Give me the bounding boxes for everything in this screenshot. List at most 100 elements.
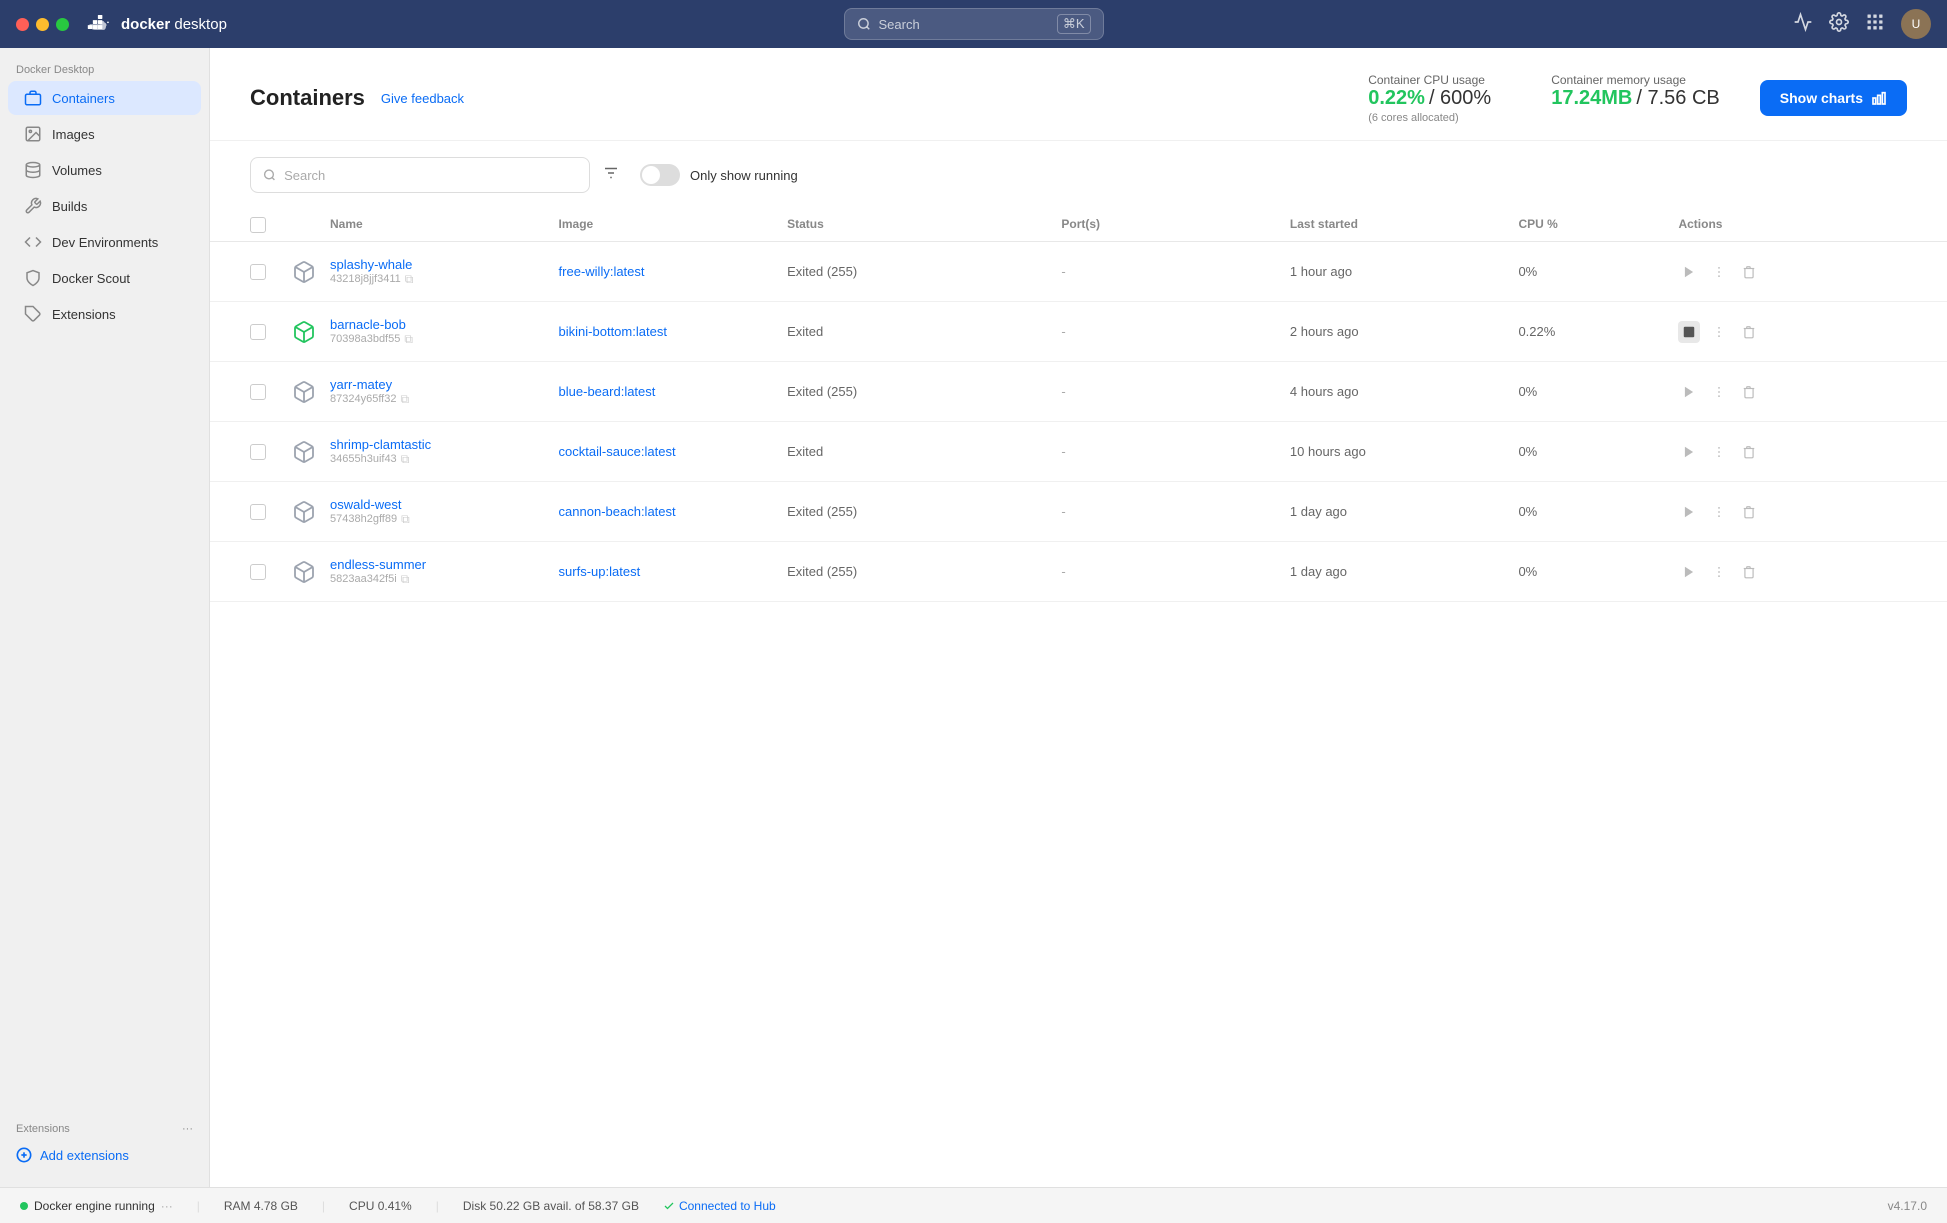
container-box-icon	[292, 560, 316, 584]
start-button[interactable]	[1678, 441, 1700, 463]
sidebar-item-extensions[interactable]: Extensions	[8, 297, 201, 331]
mem-stat-values: 17.24MB / 7.56 CB	[1551, 87, 1720, 110]
version-label: v4.17.0	[1888, 1199, 1927, 1213]
search-kbd: ⌘K	[1057, 14, 1091, 34]
copy-id-button[interactable]: ⧉	[401, 452, 410, 467]
engine-more-button[interactable]: ···	[161, 1199, 173, 1213]
copy-id-button[interactable]: ⧉	[405, 272, 414, 287]
container-id-text: 34655h3uif43	[330, 453, 397, 465]
filter-button[interactable]	[602, 164, 620, 187]
row-cpu: 0.22%	[1518, 324, 1678, 339]
container-name-link[interactable]: oswald-west	[330, 497, 402, 512]
start-button[interactable]	[1678, 381, 1700, 403]
delete-button[interactable]	[1738, 381, 1760, 403]
ram-label: RAM 4.78 GB	[224, 1199, 298, 1213]
container-name-link[interactable]: barnacle-bob	[330, 317, 406, 332]
container-box-icon	[292, 320, 316, 344]
delete-button[interactable]	[1738, 321, 1760, 343]
row-ports: -	[1061, 444, 1290, 459]
delete-button[interactable]	[1738, 441, 1760, 463]
image-link[interactable]: blue-beard:latest	[559, 384, 656, 399]
row-select-checkbox[interactable]	[250, 324, 266, 340]
image-link[interactable]: cocktail-sauce:latest	[559, 444, 676, 459]
more-icon	[1712, 565, 1726, 579]
image-link[interactable]: free-willy:latest	[559, 264, 645, 279]
row-cpu: 0%	[1518, 444, 1678, 459]
copy-id-button[interactable]: ⧉	[401, 572, 410, 587]
row-select-checkbox[interactable]	[250, 504, 266, 520]
cpu-total: / 600%	[1429, 87, 1491, 110]
trash-icon	[1742, 265, 1756, 279]
hub-link[interactable]: Connected to Hub	[663, 1199, 776, 1213]
delete-button[interactable]	[1738, 501, 1760, 523]
sidebar-item-volumes[interactable]: Volumes	[8, 153, 201, 187]
row-select-checkbox[interactable]	[250, 444, 266, 460]
container-id: 70398a3bdf55 ⧉	[330, 332, 559, 347]
col-image: Image	[559, 217, 788, 233]
copy-id-button[interactable]: ⧉	[400, 392, 409, 407]
row-checkbox	[250, 264, 290, 280]
grid-icon[interactable]	[1865, 12, 1885, 37]
row-last-started: 1 day ago	[1290, 504, 1519, 519]
container-search-input[interactable]	[284, 168, 577, 183]
table-row: splashy-whale 43218j8jjf3411 ⧉ free-will…	[210, 242, 1947, 302]
start-button[interactable]	[1678, 561, 1700, 583]
sidebar-item-builds[interactable]: Builds	[8, 189, 201, 223]
sidebar-item-images[interactable]: Images	[8, 117, 201, 151]
cpu-value: 0.22%	[1368, 87, 1425, 110]
container-name-link[interactable]: shrimp-clamtastic	[330, 437, 431, 452]
feedback-link[interactable]: Give feedback	[381, 91, 464, 106]
select-all-checkbox[interactable]	[250, 217, 266, 233]
settings-icon[interactable]	[1829, 12, 1849, 37]
close-button[interactable]	[16, 18, 29, 31]
notification-icon[interactable]	[1793, 12, 1813, 37]
more-icon	[1712, 325, 1726, 339]
delete-button[interactable]	[1738, 561, 1760, 583]
container-name-link[interactable]: yarr-matey	[330, 377, 392, 392]
maximize-button[interactable]	[56, 18, 69, 31]
more-actions-button[interactable]	[1708, 561, 1730, 583]
row-select-checkbox[interactable]	[250, 564, 266, 580]
sidebar-item-dev-environments[interactable]: Dev Environments	[8, 225, 201, 259]
cpu-stat-label: Container CPU usage	[1368, 73, 1485, 87]
image-link[interactable]: bikini-bottom:latest	[559, 324, 667, 339]
show-charts-button[interactable]: Show charts	[1760, 80, 1907, 116]
sidebar-item-docker-scout[interactable]: Docker Scout	[8, 261, 201, 295]
global-search-bar[interactable]: Search ⌘K	[844, 8, 1104, 40]
image-link[interactable]: surfs-up:latest	[559, 564, 641, 579]
container-name-link[interactable]: splashy-whale	[330, 257, 412, 272]
disk-label: Disk 50.22 GB avail. of 58.37 GB	[463, 1199, 639, 1213]
row-name-cell: endless-summer 5823aa342f5i ⧉	[330, 557, 559, 587]
more-actions-button[interactable]	[1708, 501, 1730, 523]
row-status: Exited (255)	[787, 564, 1061, 579]
more-actions-button[interactable]	[1708, 321, 1730, 343]
image-link[interactable]: cannon-beach:latest	[559, 504, 676, 519]
copy-id-button[interactable]: ⧉	[404, 332, 413, 347]
sidebar-item-containers[interactable]: Containers	[8, 81, 201, 115]
row-select-checkbox[interactable]	[250, 384, 266, 400]
more-actions-button[interactable]	[1708, 261, 1730, 283]
more-actions-button[interactable]	[1708, 441, 1730, 463]
table-row: shrimp-clamtastic 34655h3uif43 ⧉ cocktai…	[210, 422, 1947, 482]
mem-stat-label: Container memory usage	[1551, 73, 1686, 87]
containers-toolbar: Only show running	[210, 141, 1947, 209]
trash-icon	[1742, 505, 1756, 519]
only-show-running-toggle[interactable]	[640, 164, 680, 186]
sidebar-bottom: Extensions ··· Add extensions	[0, 1115, 209, 1187]
extensions-more-button[interactable]: ···	[182, 1123, 193, 1135]
cpu-label: CPU 0.41%	[349, 1199, 412, 1213]
user-avatar[interactable]: U	[1901, 9, 1931, 39]
copy-id-button[interactable]: ⧉	[401, 512, 410, 527]
start-button[interactable]	[1678, 501, 1700, 523]
more-actions-button[interactable]	[1708, 381, 1730, 403]
stop-button[interactable]	[1678, 321, 1700, 343]
container-name-link[interactable]: endless-summer	[330, 557, 426, 572]
trash-icon	[1742, 325, 1756, 339]
container-search-box[interactable]	[250, 157, 590, 193]
start-button[interactable]	[1678, 261, 1700, 283]
row-select-checkbox[interactable]	[250, 264, 266, 280]
delete-button[interactable]	[1738, 261, 1760, 283]
mem-total: / 7.56 CB	[1636, 87, 1719, 110]
add-extensions-button[interactable]: Add extensions	[0, 1139, 209, 1171]
minimize-button[interactable]	[36, 18, 49, 31]
